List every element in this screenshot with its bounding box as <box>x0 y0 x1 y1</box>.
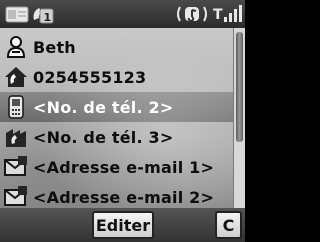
edit-button[interactable]: Editer <box>92 211 154 239</box>
phone-2-placeholder: <No. de tél. 2> <box>33 97 174 117</box>
phone-screen: 1 T Beth 0254555123 <No. de tél. 2> <No.… <box>0 0 245 242</box>
phonebook-icon[interactable]: 1 <box>30 4 54 24</box>
mobile-phone-icon <box>8 95 24 119</box>
signal-strength-icon: T <box>213 5 242 23</box>
work-phone-icon <box>6 129 26 147</box>
list-item-name[interactable]: Beth <box>0 32 233 62</box>
signal-letter: T <box>213 7 223 23</box>
contact-card-icon[interactable] <box>5 4 29 24</box>
email-2-placeholder: <Adresse e-mail 2> <box>33 187 215 207</box>
home-phone-number: 0254555123 <box>33 67 147 87</box>
list-item-phone-3[interactable]: <No. de tél. 3> <box>0 122 233 152</box>
list-item-email-1[interactable]: <Adresse e-mail 1> <box>0 152 233 182</box>
email-1-placeholder: <Adresse e-mail 1> <box>33 157 215 177</box>
phonebook-badge: 1 <box>44 11 52 24</box>
list-item-email-2[interactable]: <Adresse e-mail 2> <box>0 182 233 208</box>
vibrate-silent-icon <box>177 6 207 22</box>
contact-name: Beth <box>33 37 76 57</box>
phone-3-placeholder: <No. de tél. 3> <box>33 127 174 147</box>
scroll-thumb[interactable] <box>236 32 243 142</box>
email-icon <box>4 186 27 206</box>
list-item-phone-2[interactable]: <No. de tél. 2> <box>0 92 233 122</box>
scrollbar[interactable] <box>233 28 245 208</box>
status-bar: 1 T <box>0 0 245 28</box>
softkey-bar: Editer C <box>0 208 245 242</box>
home-phone-icon <box>5 67 27 87</box>
name-icon <box>6 36 26 58</box>
contact-detail-list: Beth 0254555123 <No. de tél. 2> <No. de … <box>0 28 233 208</box>
email-icon <box>4 156 27 176</box>
list-item-home-phone[interactable]: 0254555123 <box>0 62 233 92</box>
clear-button[interactable]: C <box>215 211 242 239</box>
